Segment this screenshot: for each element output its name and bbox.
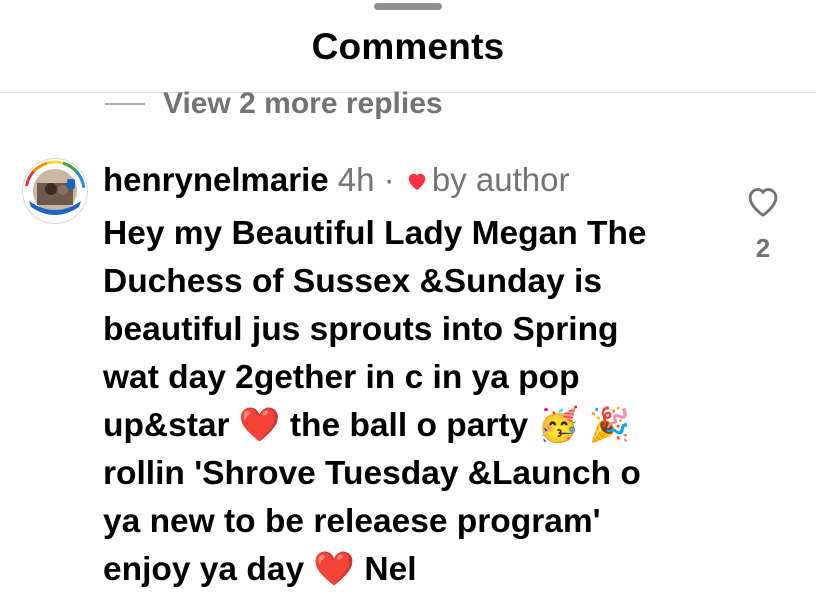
view-more-replies-link[interactable]: View 2 more replies bbox=[163, 87, 443, 121]
like-count: 2 bbox=[755, 233, 771, 263]
comment-username[interactable]: henrynelmarie bbox=[103, 161, 329, 198]
comment-time: 4h bbox=[337, 161, 375, 198]
page-title: Comments bbox=[311, 26, 505, 67]
avatar-image bbox=[24, 160, 86, 222]
view-replies-row[interactable]: View 2 more replies bbox=[105, 82, 443, 126]
avatar[interactable] bbox=[22, 158, 88, 224]
comment-meta: henrynelmarie 4h · by author bbox=[103, 160, 723, 204]
comment: henrynelmarie 4h · by author Hey my Beau… bbox=[103, 160, 723, 594]
comment-text: Hey my Beautiful Lady Megan The Duchess … bbox=[103, 215, 647, 589]
meta-separator: · bbox=[383, 161, 395, 198]
heart-icon bbox=[406, 160, 428, 200]
by-author-label: by author bbox=[431, 161, 570, 198]
replies-divider-line bbox=[105, 103, 145, 105]
drag-handle[interactable] bbox=[374, 3, 442, 10]
heart-outline-icon[interactable] bbox=[745, 184, 781, 220]
comments-sheet: Comments View 2 more replies henrynelmar… bbox=[0, 0, 816, 600]
